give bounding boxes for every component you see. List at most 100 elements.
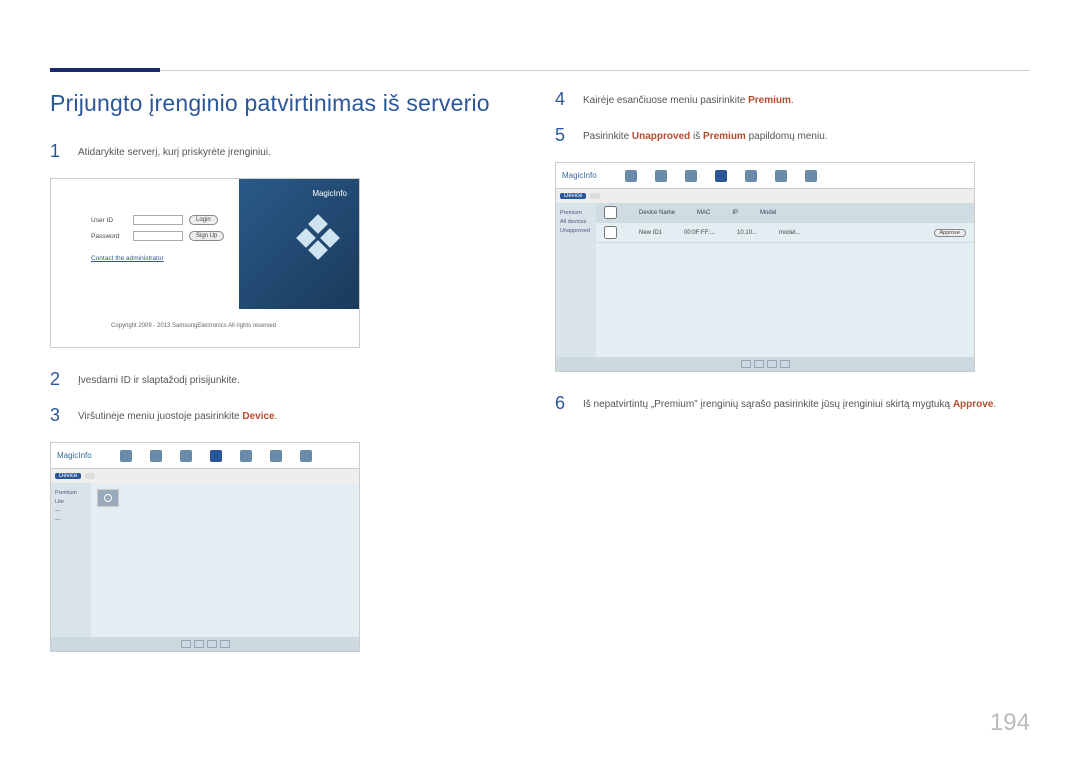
login-form: User ID Login Password Sign Up Contact t… <box>91 215 231 262</box>
pager-btn[interactable] <box>207 640 217 648</box>
sidebar-item-unapproved[interactable]: Unapproved <box>560 228 592 234</box>
nav-icon[interactable] <box>150 450 162 462</box>
nav-icon[interactable] <box>270 450 282 462</box>
table-header-row: Device Name MAC IP Model <box>596 203 974 223</box>
brand-text: MagicInfo <box>312 189 347 198</box>
sidebar-item-premium[interactable]: Premium <box>560 210 592 216</box>
left-column: Prijungto įrenginio patvirtinimas iš ser… <box>50 60 525 674</box>
step-number: 3 <box>50 406 64 424</box>
step-1: 1 Atidarykite serverį, kurį priskyrėte į… <box>50 142 525 160</box>
app-brand: MagicInfo <box>562 171 597 180</box>
signup-button[interactable]: Sign Up <box>189 231 224 241</box>
app-content <box>91 483 359 637</box>
sidebar-item[interactable]: — <box>55 508 87 514</box>
pager-btn[interactable] <box>194 640 204 648</box>
sidebar-item[interactable]: All devices <box>560 219 592 225</box>
highlight-premium: Premium <box>703 131 746 142</box>
device-thumbnail[interactable] <box>97 489 119 507</box>
nav-icon[interactable] <box>655 170 667 182</box>
highlight-device: Device <box>242 411 274 422</box>
subtab-active[interactable]: Device <box>560 193 586 199</box>
step-text: Viršutinėje meniu juostoje pasirinkite D… <box>78 406 277 424</box>
subtab[interactable] <box>85 473 95 479</box>
login-row-user: User ID Login <box>91 215 231 225</box>
nav-icon[interactable] <box>805 170 817 182</box>
screenshot-unapproved-list: MagicInfo Device Premium All devices Una… <box>555 162 975 372</box>
highlight-approve: Approve <box>953 399 994 410</box>
nav-icon[interactable] <box>625 170 637 182</box>
app-sidebar: Premium Lite — — <box>51 483 91 637</box>
nav-icon[interactable] <box>300 450 312 462</box>
sidebar-item[interactable]: Premium <box>55 490 87 496</box>
right-column: 4 Kairėje esančiuose meniu pasirinkite P… <box>555 60 1030 674</box>
step-number: 2 <box>50 370 64 388</box>
step-number: 6 <box>555 394 569 412</box>
sidebar-item[interactable]: — <box>55 517 87 523</box>
copyright-text: Copyright 2009 - 2013 SamsungElectronics… <box>111 323 276 329</box>
screenshot-login: User ID Login Password Sign Up Contact t… <box>50 178 360 348</box>
pager-btn[interactable] <box>767 360 777 368</box>
highlight-unapproved: Unapproved <box>632 131 690 142</box>
nav-icon[interactable] <box>240 450 252 462</box>
page-title: Prijungto įrenginio patvirtinimas iš ser… <box>50 90 525 117</box>
app-header: MagicInfo <box>51 443 359 469</box>
app-footer <box>51 637 359 651</box>
magicinfo-logo-icon <box>299 219 339 259</box>
col-header: MAC <box>697 210 710 216</box>
cell-mac: 00:0F:FF:... <box>684 230 715 236</box>
step-6: 6 Iš nepatvirtintų „Premium" įrenginių s… <box>555 394 1030 412</box>
pager-btn[interactable] <box>754 360 764 368</box>
login-button[interactable]: Login <box>189 215 218 225</box>
step-number: 4 <box>555 90 569 108</box>
sidebar-item[interactable]: Lite <box>55 499 87 505</box>
nav-icon[interactable] <box>685 170 697 182</box>
pager-btn[interactable] <box>741 360 751 368</box>
app-brand: MagicInfo <box>57 451 92 460</box>
contact-admin-link[interactable]: Contact the administrator <box>91 255 231 262</box>
row-checkbox[interactable] <box>604 226 617 239</box>
cell-model: model... <box>779 230 800 236</box>
password-input[interactable] <box>133 231 183 241</box>
col-header: Model <box>760 210 776 216</box>
col-header: IP <box>732 210 738 216</box>
nav-icon-device[interactable] <box>210 450 222 462</box>
nav-icon[interactable] <box>745 170 757 182</box>
pager-btn[interactable] <box>181 640 191 648</box>
user-id-input[interactable] <box>133 215 183 225</box>
app-subheader: Device <box>556 189 974 203</box>
login-row-pass: Password Sign Up <box>91 231 231 241</box>
screenshot-device-menu: MagicInfo Device Premium Lite — — <box>50 442 360 652</box>
app-sidebar: Premium All devices Unapproved <box>556 203 596 357</box>
app-footer <box>556 357 974 371</box>
nav-icon[interactable] <box>120 450 132 462</box>
nav-icon-device[interactable] <box>715 170 727 182</box>
approve-button[interactable]: Approve <box>934 229 967 237</box>
subtab[interactable] <box>590 193 600 199</box>
col-header: Device Name <box>639 210 675 216</box>
password-label: Password <box>91 233 127 240</box>
power-icon <box>104 494 112 502</box>
app-content: Device Name MAC IP Model New ID1 00:0F:F… <box>596 203 974 357</box>
step-text: Įvesdami ID ir slaptažodį prisijunkite. <box>78 370 240 388</box>
pager-btn[interactable] <box>220 640 230 648</box>
step-3: 3 Viršutinėje meniu juostoje pasirinkite… <box>50 406 525 424</box>
table-row[interactable]: New ID1 00:0F:FF:... 10.10... model... A… <box>596 223 974 243</box>
step-text: Kairėje esančiuose meniu pasirinkite Pre… <box>583 90 794 108</box>
page-body: Prijungto įrenginio patvirtinimas iš ser… <box>0 0 1080 714</box>
select-all-checkbox[interactable] <box>604 206 617 219</box>
step-text: Pasirinkite Unapproved iš Premium papild… <box>583 126 828 144</box>
nav-icon[interactable] <box>180 450 192 462</box>
step-4: 4 Kairėje esančiuose meniu pasirinkite P… <box>555 90 1030 108</box>
step-text: Iš nepatvirtintų „Premium" įrenginių sąr… <box>583 394 996 412</box>
cell-ip: 10.10... <box>737 230 757 236</box>
step-number: 5 <box>555 126 569 144</box>
pager-btn[interactable] <box>780 360 790 368</box>
login-banner: MagicInfo <box>239 179 359 309</box>
nav-icon[interactable] <box>775 170 787 182</box>
cell-device-name: New ID1 <box>639 230 662 236</box>
highlight-premium: Premium <box>748 95 791 106</box>
subtab-active[interactable]: Device <box>55 473 81 479</box>
step-number: 1 <box>50 142 64 160</box>
user-id-label: User ID <box>91 217 127 224</box>
page-number: 194 <box>990 709 1030 737</box>
